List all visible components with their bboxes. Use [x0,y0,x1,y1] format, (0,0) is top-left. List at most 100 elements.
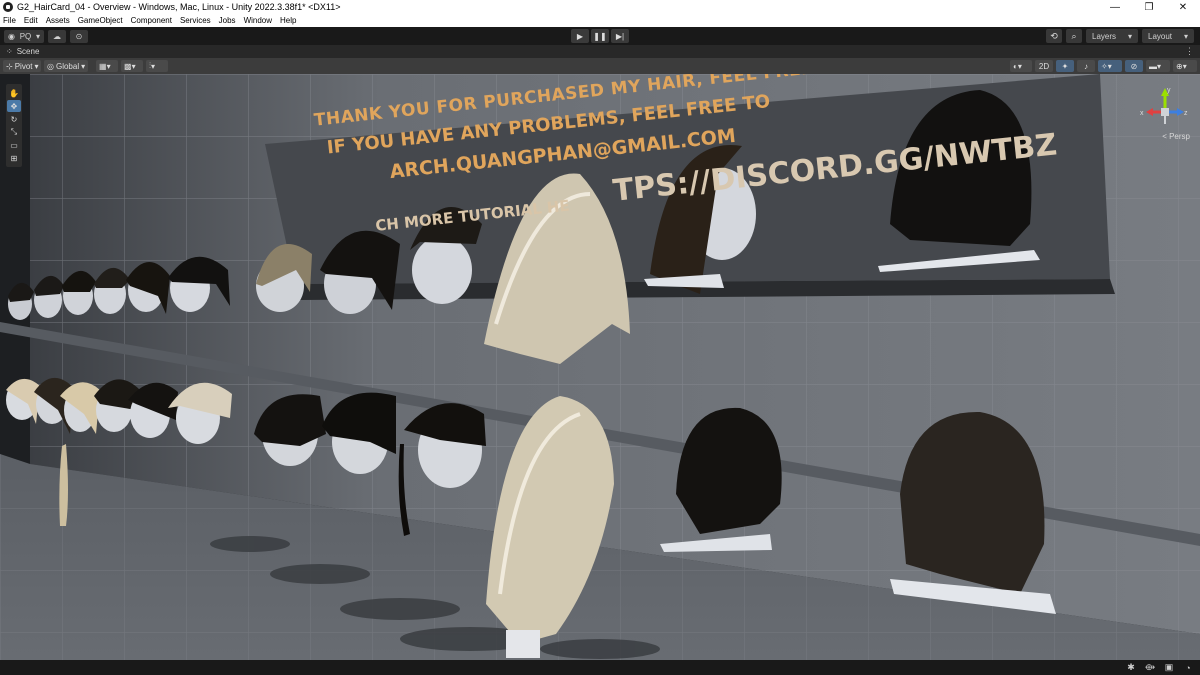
menu-help[interactable]: Help [280,16,296,25]
menu-file[interactable]: File [3,16,16,25]
persp-label[interactable]: < Persp [1162,132,1190,141]
pivot-label: Pivot [14,61,33,71]
chevron-down-icon: ▾ [1157,61,1162,71]
align-dropdown[interactable]: ⫶ ▾ [146,60,168,72]
collab-icon: ⊙ [75,31,83,41]
lighting-toggle[interactable]: ✦ [1056,60,1074,72]
tab-menu-button[interactable]: ⋮ [1185,46,1194,57]
window-title: G2_HairCard_04 - Overview - Windows, Mac… [17,2,341,12]
rect-icon: ▭ [10,140,18,150]
chevron-down-icon: ▾ [106,61,111,71]
menu-services[interactable]: Services [180,16,211,25]
scene-view-icon[interactable]: ▣ [1162,662,1176,673]
camera-dropdown[interactable]: ▬ ▾ [1146,60,1170,72]
search-button[interactable]: ⌕ [1066,29,1082,43]
menu-jobs[interactable]: Jobs [219,16,236,25]
grid-icon: ▦ [99,61,107,71]
audio-toggle[interactable]: ♪ [1077,60,1095,72]
notifications-icon[interactable]: ◔ [1181,663,1195,673]
gizmo-z-label: z [1184,110,1188,117]
gizmos-icon: ⊕ [1176,61,1183,71]
tab-scene[interactable]: ⁘ Scene [0,47,45,56]
chevron-down-icon: ▾ [35,31,40,41]
scene-tab-bar: ⁘ Scene ⋮ [0,45,1200,58]
scene-icon: ⁘ [6,47,13,56]
gizmo-y-label: y [1167,87,1171,94]
step-button[interactable]: ▶| [611,29,629,43]
layers-dropdown[interactable]: Layers ▾ [1086,29,1138,43]
play-button[interactable]: ▶ [571,29,589,43]
toolbar-right: ⟲ ⌕ Layers ▾ Layout ▾ [1042,29,1194,43]
minimize-button[interactable]: — [1098,2,1132,13]
transform-tool-button[interactable]: ⊞ [7,152,21,164]
hidden-objects-toggle[interactable]: ⊘ [1125,60,1143,72]
globe-icon: ◎ [47,61,54,71]
gizmo-x-label: x [1140,110,1144,117]
menu-assets[interactable]: Assets [46,16,70,25]
pivot-dropdown[interactable]: ⊹ Pivot ▾ [3,60,41,72]
layout-dropdown[interactable]: Layout ▾ [1142,29,1194,43]
effects-dropdown[interactable]: ✧ ▾ [1098,60,1122,72]
pause-icon: ❚❚ [593,31,607,41]
history-button[interactable]: ⟲ [1046,29,1062,43]
eye-off-icon: ⊘ [1130,61,1138,71]
camera-icon: ▬ [1149,61,1157,71]
toggle-2d-button[interactable]: 2D [1035,60,1053,72]
cloud-button[interactable]: ☁ [48,29,66,43]
global-dropdown[interactable]: ◎ Global ▾ [44,60,88,72]
scale-icon: ⤡ [10,127,18,136]
global-label: Global [55,61,80,71]
maximize-button[interactable]: ❐ [1132,2,1166,13]
lightbulb-icon: ✦ [1061,61,1069,71]
effects-icon: ✧ [1101,61,1108,71]
unity-logo-icon [3,2,13,12]
layout-label: Layout [1148,31,1173,41]
layers-label: Layers [1092,31,1117,41]
main-toolbar: ◉ PQ ▾ ☁ ⊙ ▶ ❚❚ ▶| ⟲ ⌕ Layers ▾ Layout ▾ [0,27,1200,45]
scene-tools-overlay: ✋ ✥ ↻ ⤡ ▭ ⊞ [6,84,22,167]
network-icon[interactable]: ⟴ [1143,662,1157,673]
pivot-icon: ⊹ [6,61,13,71]
hand-tool-button[interactable]: ✋ [7,87,21,99]
chevron-down-icon: ▾ [34,61,39,71]
play-icon: ▶ [576,31,584,41]
menu-component[interactable]: Component [131,16,172,25]
scale-tool-button[interactable]: ⤡ [7,126,21,138]
snap-increment-dropdown[interactable]: ▩ ▾ [121,60,143,72]
scene-toolbar-right: ◐ ▾ 2D ✦ ♪ ✧ ▾ ⊘ ▬ ▾ ⊕ ▾ [1007,60,1197,72]
chevron-down-icon: ▾ [151,61,156,71]
status-bar: ✱ ⟴ ▣ ◔ [0,660,1200,675]
gizmos-dropdown[interactable]: ⊕ ▾ [1173,60,1197,72]
close-button[interactable]: ✕ [1166,2,1200,13]
scene-toolbar: ⊹ Pivot ▾ ◎ Global ▾ ▦ ▾ ▩ ▾ ⫶ ▾ ◐ ▾ 2D ✦ ♪ … [0,58,1200,74]
chevron-down-icon: ▾ [1183,31,1188,41]
history-icon: ⟲ [1050,30,1058,41]
cloud-icon: ☁ [53,31,61,41]
collab-button[interactable]: ⊙ [70,29,88,43]
menu-edit[interactable]: Edit [24,16,38,25]
rect-tool-button[interactable]: ▭ [7,139,21,151]
draw-mode-dropdown[interactable]: ◐ ▾ [1010,60,1032,72]
grid-snap-dropdown[interactable]: ▦ ▾ [96,60,118,72]
step-icon: ▶| [615,31,625,41]
move-icon: ✥ [10,101,18,111]
menu-bar: File Edit Assets GameObject Component Se… [0,14,1200,27]
account-dropdown[interactable]: ◉ PQ ▾ [4,29,44,43]
audio-icon: ♪ [1084,61,1088,71]
pause-button[interactable]: ❚❚ [591,29,609,43]
menu-gameobject[interactable]: GameObject [78,16,123,25]
move-tool-button[interactable]: ✥ [7,100,21,112]
search-icon: ⌕ [1071,30,1077,41]
chevron-down-icon: ▾ [131,61,136,71]
menu-window[interactable]: Window [244,16,272,25]
chevron-down-icon: ▾ [1017,61,1022,71]
tab-scene-label: Scene [16,47,40,56]
scene-viewport[interactable]: THANK YOU FOR PURCHASED MY HAIR, FEEL FR… [0,74,1200,660]
account-label: PQ [19,31,32,41]
chevron-down-icon: ▾ [81,61,86,71]
debug-icon[interactable]: ✱ [1124,662,1138,673]
rotate-tool-button[interactable]: ↻ [7,113,21,125]
window-titlebar: G2_HairCard_04 - Overview - Windows, Mac… [0,0,1200,14]
transform-icon: ⊞ [10,153,18,163]
chevron-down-icon: ▾ [1107,61,1112,71]
